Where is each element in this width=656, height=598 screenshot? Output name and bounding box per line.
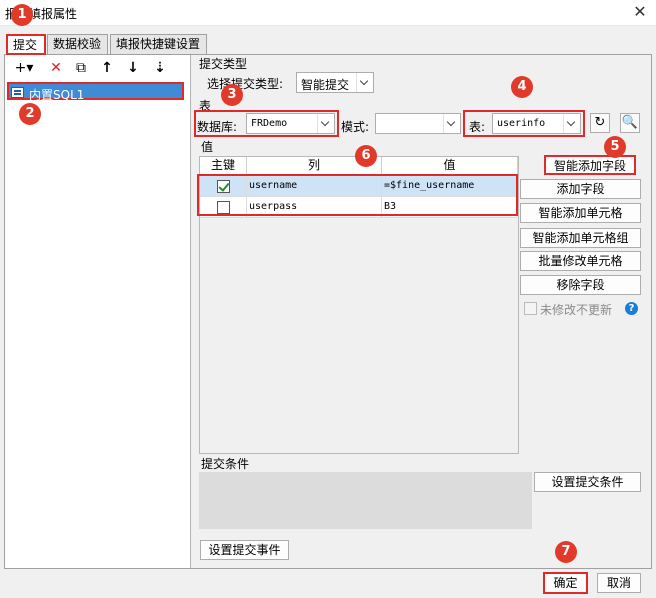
- set-condition-button[interactable]: 设置提交条件: [534, 472, 641, 492]
- database-icon: [11, 87, 24, 98]
- tab-submit[interactable]: 提交: [6, 34, 46, 55]
- smart-add-field-button[interactable]: 智能添加字段: [544, 155, 636, 175]
- close-icon[interactable]: ✕: [631, 2, 649, 22]
- table-select[interactable]: userinfo: [492, 113, 581, 134]
- condition-section-label: 提交条件: [201, 457, 250, 471]
- help-icon[interactable]: ?: [625, 302, 638, 315]
- smart-add-cell-button[interactable]: 智能添加单元格: [520, 203, 641, 223]
- chevron-down-icon: [443, 114, 460, 133]
- annotation-badge: 2: [19, 103, 41, 125]
- set-event-button[interactable]: 设置提交事件: [200, 540, 289, 560]
- condition-area: [199, 472, 532, 529]
- submit-type-value: 智能提交: [301, 78, 350, 92]
- title-bar: 报表填报属性 ✕: [0, 0, 656, 26]
- mode-label: 模式:: [341, 120, 370, 134]
- table-value: userinfo: [497, 118, 546, 129]
- left-panel: [5, 55, 191, 568]
- move-up-icon[interactable]: ↑: [98, 60, 116, 76]
- ok-button[interactable]: 确定: [543, 572, 588, 594]
- annotation-badge: 7: [555, 541, 577, 563]
- chevron-down-icon: [563, 114, 580, 133]
- annotation-badge: 4: [511, 76, 533, 98]
- values-section-label: 值: [201, 140, 214, 154]
- annotation-badge: 3: [221, 84, 243, 106]
- no-update-label: 未修改不更新: [540, 303, 613, 317]
- sort-icon[interactable]: ⇣: [151, 60, 169, 76]
- submit-type-label: 选择提交类型:: [207, 77, 284, 91]
- database-label: 数据库:: [197, 120, 238, 134]
- submit-type-section-label: 提交类型: [199, 57, 248, 71]
- cancel-button[interactable]: 取消: [597, 573, 641, 593]
- chevron-down-icon: [317, 114, 334, 133]
- tree-item-sql1[interactable]: 内置SQL1: [7, 82, 184, 102]
- tree-item-label: 内置SQL1: [29, 88, 85, 102]
- copy-icon[interactable]: ⧉: [72, 60, 90, 76]
- remove-field-button[interactable]: 移除字段: [520, 275, 641, 295]
- annotation-badge: 1: [11, 4, 33, 26]
- add-icon[interactable]: +▾: [11, 60, 37, 76]
- submit-type-select[interactable]: 智能提交: [296, 72, 374, 93]
- mode-select[interactable]: [375, 113, 461, 134]
- tab-data-validation[interactable]: 数据校验: [47, 34, 108, 54]
- database-value: FRDemo: [251, 118, 288, 129]
- batch-modify-cell-button[interactable]: 批量修改单元格: [520, 251, 641, 271]
- column-header-key[interactable]: 主键: [200, 157, 247, 175]
- refresh-icon[interactable]: ↻: [590, 113, 610, 133]
- annotation-badge: 5: [604, 136, 626, 158]
- tab-shortcut-settings[interactable]: 填报快捷键设置: [110, 34, 207, 54]
- add-field-button[interactable]: 添加字段: [520, 179, 641, 199]
- move-down-icon[interactable]: ↓: [124, 60, 142, 76]
- table-label: 表:: [469, 120, 486, 134]
- delete-icon[interactable]: ✕: [47, 60, 65, 76]
- annotation-badge: 6: [355, 145, 377, 167]
- column-header-value[interactable]: 值: [382, 157, 518, 175]
- smart-add-cell-group-button[interactable]: 智能添加单元格组: [520, 228, 641, 248]
- chevron-down-icon: [356, 73, 373, 92]
- database-select[interactable]: FRDemo: [246, 113, 335, 134]
- preview-icon[interactable]: 🔍: [620, 113, 640, 133]
- no-update-checkbox[interactable]: [524, 302, 537, 315]
- rows-highlight: [197, 174, 518, 216]
